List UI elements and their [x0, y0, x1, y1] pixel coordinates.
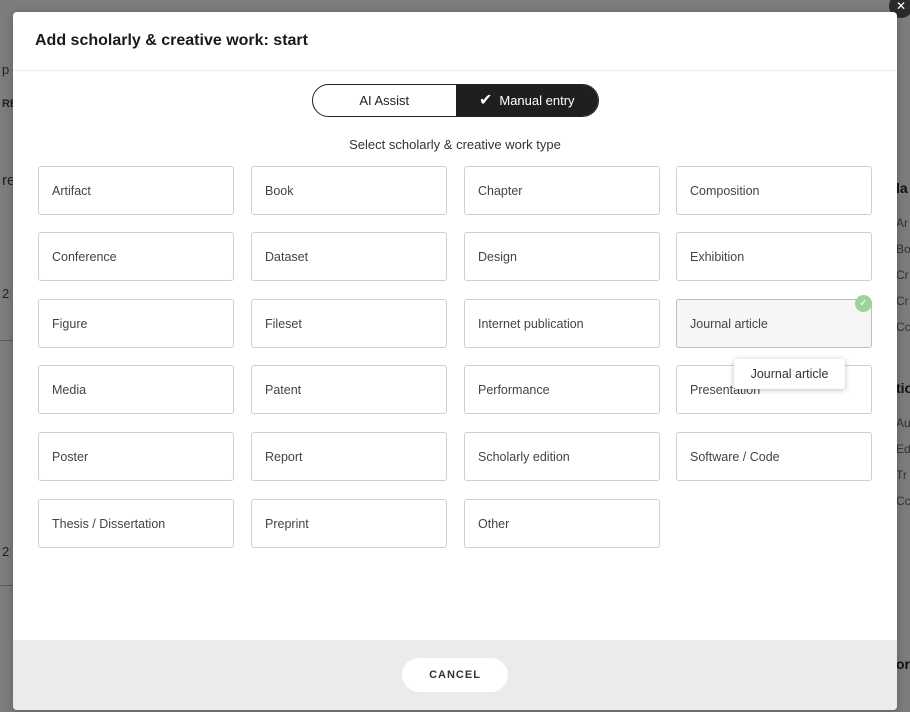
work-type-label: Fileset: [265, 316, 302, 331]
work-type-card[interactable]: Figure: [38, 299, 234, 348]
work-type-label: Composition: [690, 183, 760, 198]
work-type-card[interactable]: Journal article ✓: [676, 295, 872, 348]
work-type-card[interactable]: Chapter: [464, 166, 660, 215]
bg-fragment: p: [2, 62, 10, 77]
toggle-manual-entry[interactable]: ✔ Manual entry: [455, 85, 598, 116]
modal-header: Add scholarly & creative work: start: [13, 12, 897, 71]
work-type-label: Patent: [265, 382, 302, 397]
work-type-card[interactable]: Conference: [38, 232, 234, 281]
work-type-card[interactable]: Scholarly edition: [464, 432, 660, 481]
toggle-manual-entry-label: Manual entry: [499, 93, 575, 108]
work-type-card[interactable]: Thesis / Dissertation: [38, 499, 234, 548]
toggle-ai-assist-label: AI Assist: [359, 93, 410, 108]
bg-fragment: Cc: [896, 320, 910, 334]
work-type-card[interactable]: Other: [464, 499, 660, 548]
work-type-card[interactable]: Patent: [251, 365, 447, 414]
work-type-card[interactable]: Internet publication: [464, 299, 660, 348]
work-type-label: Conference: [52, 249, 117, 264]
tooltip: Journal article: [734, 359, 845, 389]
bg-fragment: Cr: [896, 294, 909, 308]
bg-divider: [0, 585, 14, 586]
work-type-label: Report: [265, 449, 303, 464]
work-type-label: Journal article: [690, 316, 768, 331]
bg-fragment: Ar: [896, 216, 908, 230]
work-type-label: Preprint: [265, 516, 309, 531]
work-type-label: Other: [478, 516, 510, 531]
work-type-label: Software / Code: [690, 449, 780, 464]
work-type-label: Design: [478, 249, 517, 264]
work-type-card[interactable]: Book: [251, 166, 447, 215]
work-type-label: Performance: [478, 382, 550, 397]
bg-fragment: 2: [2, 286, 10, 301]
work-type-label: Book: [265, 183, 294, 198]
work-type-label: Scholarly edition: [478, 449, 570, 464]
work-type-card[interactable]: Media: [38, 365, 234, 414]
work-type-card[interactable]: Exhibition: [676, 232, 872, 281]
bg-fragment: Au: [896, 416, 910, 430]
work-type-subtitle: Select scholarly & creative work type: [349, 137, 561, 152]
bg-fragment: Ed: [896, 442, 910, 456]
cancel-button[interactable]: CANCEL: [402, 658, 508, 692]
bg-fragment: Cc: [896, 494, 910, 508]
work-type-card[interactable]: Composition: [676, 166, 872, 215]
bg-fragment: Bo: [896, 242, 910, 256]
work-type-label: Artifact: [52, 183, 91, 198]
toggle-ai-assist[interactable]: AI Assist: [313, 85, 456, 116]
work-type-label: Chapter: [478, 183, 523, 198]
work-type-card[interactable]: Software / Code: [676, 432, 872, 481]
bg-divider: [0, 340, 14, 341]
work-type-label: Dataset: [265, 249, 309, 264]
bg-fragment: la: [896, 180, 908, 196]
work-type-label: Figure: [52, 316, 88, 331]
work-type-card[interactable]: Poster: [38, 432, 234, 481]
work-type-label: Exhibition: [690, 249, 745, 264]
work-type-card[interactable]: Artifact: [38, 166, 234, 215]
bg-fragment: tio: [896, 380, 910, 396]
work-type-card[interactable]: Report: [251, 432, 447, 481]
bg-fragment: Tr: [896, 468, 907, 482]
work-type-label: Internet publication: [478, 316, 584, 331]
work-type-card[interactable]: Fileset: [251, 299, 447, 348]
work-type-card[interactable]: Performance: [464, 365, 660, 414]
selected-check-icon: ✓: [855, 295, 872, 312]
work-type-card[interactable]: Preprint: [251, 499, 447, 548]
work-type-label: Poster: [52, 449, 89, 464]
bg-fragment: or: [896, 656, 910, 672]
bg-fragment: 2: [2, 544, 10, 559]
work-type-card[interactable]: Dataset: [251, 232, 447, 281]
check-icon: ✔: [478, 91, 493, 109]
add-work-modal: Add scholarly & creative work: start AI …: [13, 12, 897, 710]
work-type-card[interactable]: Design: [464, 232, 660, 281]
modal-title: Add scholarly & creative work: start: [35, 32, 308, 49]
entry-mode-toggle: AI Assist ✔ Manual entry: [312, 84, 599, 117]
modal-footer: CANCEL: [13, 640, 897, 710]
work-type-label: Thesis / Dissertation: [52, 516, 166, 531]
work-type-label: Media: [52, 382, 87, 397]
bg-fragment: Cr: [896, 268, 909, 282]
